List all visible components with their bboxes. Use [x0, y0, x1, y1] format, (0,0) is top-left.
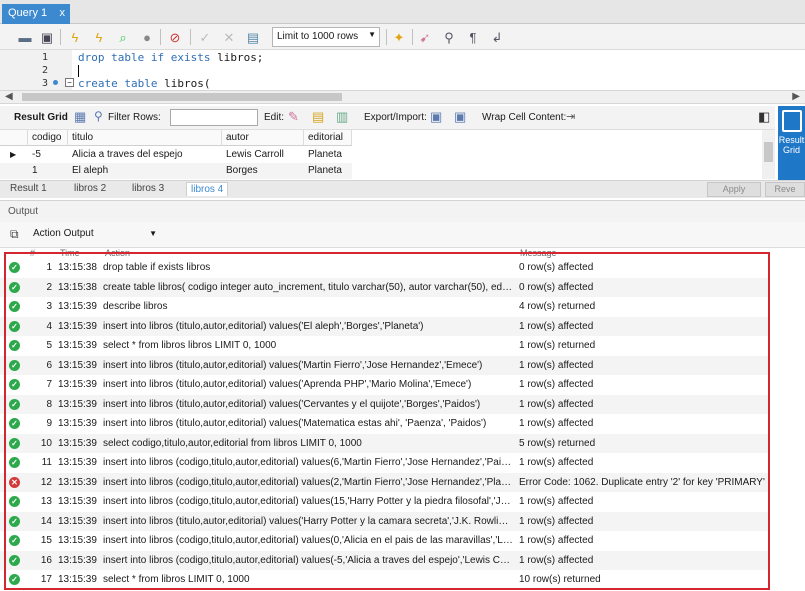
revert-button[interactable]: Reve — [765, 182, 805, 197]
cell[interactable]: Borges — [222, 163, 262, 179]
copy-icon[interactable]: ⧉ — [10, 227, 19, 242]
cell[interactable]: 1 — [28, 163, 42, 179]
tab-bar: Query 1 x — [0, 0, 805, 24]
separator — [160, 29, 161, 45]
line-number: 1 — [41, 52, 48, 63]
result-grid: codigo titulo autor editorial ▶ -5 Alici… — [0, 130, 775, 179]
highlight-box — [4, 252, 770, 590]
cell[interactable]: El aleph — [68, 163, 112, 179]
scroll-right-icon[interactable]: ▶ — [792, 91, 800, 102]
close-icon[interactable]: x — [60, 7, 66, 19]
result-grid-icon — [781, 110, 802, 132]
chevron-down-icon: ▼ — [149, 229, 157, 238]
table-row[interactable] — [0, 163, 352, 179]
tab-query-1[interactable]: Query 1 x — [2, 4, 70, 24]
sql-text: libros; — [210, 51, 264, 64]
line-number: 2 — [41, 65, 48, 76]
scroll-left-icon[interactable]: ◀ — [5, 91, 13, 102]
sql-text: libros( — [157, 77, 211, 90]
tab-libros-3[interactable]: libros 3 — [132, 183, 164, 194]
text-caret — [78, 65, 79, 77]
wrap-lines-icon[interactable]: ↲ — [488, 28, 506, 46]
separator — [412, 29, 413, 45]
filter-icon: ⚲ — [94, 109, 103, 123]
cell[interactable]: Alicia a traves del espejo — [68, 147, 187, 163]
editor-horizontal-scrollbar[interactable]: ◀ ▶ — [0, 90, 805, 104]
column-header-editorial[interactable]: editorial — [304, 130, 352, 146]
output-mode-select[interactable]: Action Output ▼ — [30, 226, 160, 244]
autocommit-icon[interactable]: ▤ — [244, 28, 262, 46]
result-grid-label: Result Grid — [14, 112, 68, 123]
code-line-3: create table libros( — [78, 77, 210, 90]
editor-gutter: 1 2 3 − — [0, 50, 74, 90]
wrap-cell-label: Wrap Cell Content: — [482, 112, 567, 123]
statement-marker-icon — [53, 80, 58, 85]
separator — [60, 29, 61, 45]
column-header-titulo[interactable]: titulo — [68, 130, 222, 146]
open-file-icon[interactable]: ▬ — [16, 28, 34, 46]
scrollbar-thumb[interactable] — [764, 142, 773, 162]
row-header-column — [0, 130, 28, 146]
stop-icon[interactable]: ● — [138, 28, 156, 46]
save-icon[interactable]: ▣ — [38, 28, 56, 46]
toggle-panel-icon[interactable]: ◧ — [758, 109, 770, 125]
editor-toolbar: ▬ ▣ ϟ ϟ ⌕ ● ⊘ ✓ ✕ ▤ Limit to 1000 rows ▼… — [0, 24, 805, 50]
line-number: 3 — [41, 78, 48, 89]
tab-result-1[interactable]: Result 1 — [10, 183, 47, 194]
tab-libros-4[interactable]: libros 4 — [186, 182, 229, 196]
rollback-icon[interactable]: ✕ — [220, 28, 238, 46]
cell[interactable]: Planeta — [304, 147, 346, 163]
filter-rows-label: Filter Rows: — [108, 112, 161, 123]
side-label-1: Result — [778, 135, 805, 145]
add-row-icon[interactable]: ▤ — [312, 109, 324, 125]
column-header-autor[interactable]: autor — [222, 130, 304, 146]
separator — [386, 29, 387, 45]
code-line-1: drop table if exists libros; — [78, 51, 263, 64]
chevron-down-icon: ▼ — [368, 30, 376, 39]
cell[interactable]: -5 — [28, 147, 45, 163]
result-grid-side-button[interactable]: Result Grid — [778, 106, 805, 180]
commit-icon[interactable]: ✓ — [196, 28, 214, 46]
cell[interactable]: Lewis Carroll — [222, 147, 288, 163]
result-grid-toolbar: Result Grid ▦ ⚲ Filter Rows: Edit: ✎ ▤ ▥… — [0, 106, 775, 130]
export-import-label: Export/Import: — [364, 112, 427, 123]
find-icon[interactable]: ⚲ — [440, 28, 458, 46]
sql-keyword: drop table if exists — [78, 51, 211, 64]
side-label-2: Grid — [782, 145, 800, 155]
snippet-icon[interactable]: ➹ — [416, 28, 434, 46]
result-tabs: Result 1 libros 2 libros 3 libros 4 Appl… — [0, 180, 805, 198]
export-icon[interactable]: ▣ — [430, 109, 442, 125]
edit-row-icon[interactable]: ✎ — [288, 109, 299, 125]
sql-keyword: create table — [78, 77, 158, 90]
limit-value: Limit to 1000 rows — [277, 31, 359, 42]
fold-icon[interactable]: − — [65, 78, 74, 87]
output-toolbar: ⧉ Action Output ▼ — [0, 222, 805, 248]
execute-current-icon[interactable]: ϟ — [90, 28, 108, 46]
grid-vertical-scrollbar[interactable] — [762, 130, 775, 179]
output-mode-value: Action Output — [33, 228, 94, 239]
cell[interactable]: Planeta — [304, 163, 346, 179]
invisible-chars-icon[interactable]: ¶ — [464, 28, 482, 46]
grid-icon[interactable]: ▦ — [74, 109, 86, 125]
sql-editor[interactable]: 1 2 3 − drop table if exists libros; cre… — [0, 50, 805, 90]
scrollbar-thumb[interactable] — [22, 93, 342, 101]
execute-icon[interactable]: ϟ — [66, 28, 84, 46]
explain-icon[interactable]: ⌕ — [114, 28, 132, 46]
import-icon[interactable]: ▣ — [454, 109, 466, 125]
beautify-icon[interactable]: ✦ — [390, 28, 408, 46]
tab-libros-2[interactable]: libros 2 — [74, 183, 106, 194]
edit-label: Edit: — [264, 112, 285, 123]
wrap-cell-icon[interactable]: ⇥ — [566, 110, 575, 123]
filter-rows-input[interactable] — [170, 109, 258, 126]
delete-row-icon[interactable]: ▥ — [336, 109, 348, 125]
output-header: Output — [0, 200, 805, 222]
apply-button[interactable]: Apply — [707, 182, 761, 197]
tab-title: Query 1 — [8, 7, 48, 19]
current-row-icon: ▶ — [10, 150, 17, 159]
column-header-codigo[interactable]: codigo — [28, 130, 68, 146]
stop-on-error-icon[interactable]: ⊘ — [166, 28, 184, 46]
separator — [190, 29, 191, 45]
limit-rows-select[interactable]: Limit to 1000 rows ▼ — [272, 27, 380, 47]
